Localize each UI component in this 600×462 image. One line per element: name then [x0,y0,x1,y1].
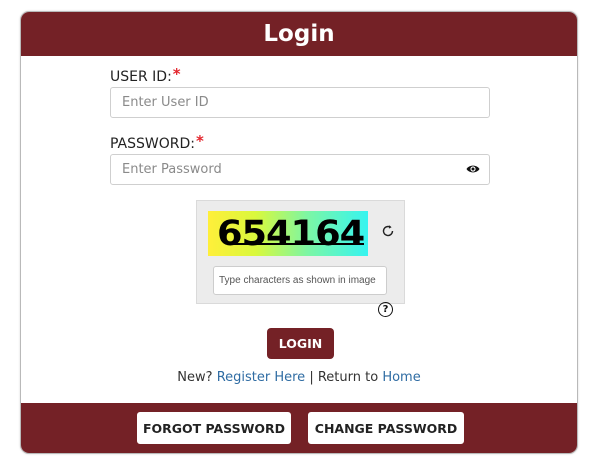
footer-bar: FORGOT PASSWORD CHANGE PASSWORD [21,403,577,453]
captcha-input[interactable] [213,266,387,295]
return-prefix-text: Return to [317,370,379,385]
links-separator: | [309,370,314,385]
eye-icon[interactable] [466,162,480,176]
password-label: PASSWORD:* [110,132,204,152]
refresh-icon[interactable] [380,223,396,239]
password-label-text: PASSWORD: [110,136,195,152]
required-mark: * [172,65,181,83]
password-input[interactable] [110,154,490,185]
page-title: Login [263,21,335,47]
user-id-label-text: USER ID: [110,69,172,85]
captcha-image: 654164 [208,211,368,256]
register-link[interactable]: Register Here [217,370,306,385]
required-mark: * [195,132,204,150]
account-links: New? Register Here | Return to Home [21,370,577,385]
help-icon[interactable]: ? [378,302,393,317]
login-card: Login USER ID:* PASSWORD:* 654164 ? LOGI… [20,11,578,454]
help-symbol: ? [382,304,389,315]
captcha-panel: 654164 [196,200,405,304]
login-button[interactable]: LOGIN [267,328,334,359]
forgot-password-button[interactable]: FORGOT PASSWORD [137,412,291,444]
login-header: Login [21,12,577,56]
user-id-label: USER ID:* [110,65,181,85]
captcha-code: 654164 [217,214,365,254]
home-link[interactable]: Home [382,370,420,385]
user-id-input[interactable] [110,87,490,118]
new-prefix-text: New? [177,370,213,385]
captcha-strike-line [228,243,364,245]
change-password-button[interactable]: CHANGE PASSWORD [308,412,464,444]
